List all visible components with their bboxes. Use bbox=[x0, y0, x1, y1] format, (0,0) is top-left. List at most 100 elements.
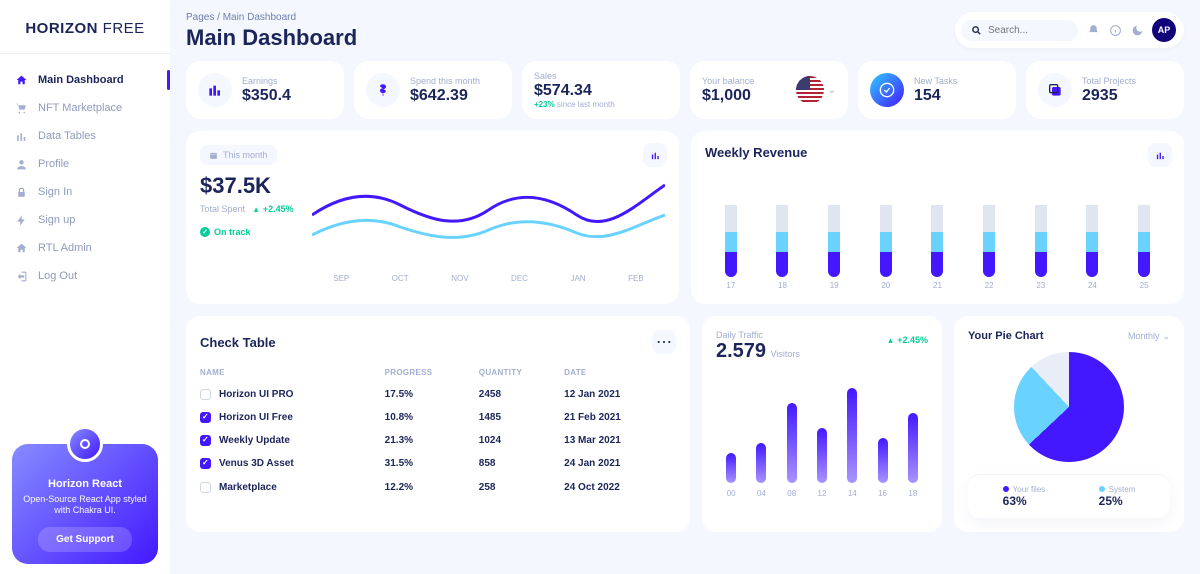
pie-legend: Your files63% System25% bbox=[968, 474, 1170, 518]
stat-value: $350.4 bbox=[242, 87, 291, 105]
stat-earnings: Earnings$350.4 bbox=[186, 61, 344, 119]
breadcrumb[interactable]: Pages / Main Dashboard bbox=[186, 12, 357, 23]
axis-label: 08 bbox=[787, 489, 796, 498]
table-row: Marketplace12.2%25824 Oct 2022 bbox=[200, 476, 676, 499]
weekly-revenue-card: Weekly Revenue 171819202122232425 bbox=[691, 131, 1184, 304]
axis-label: FEB bbox=[628, 274, 644, 283]
stat-label: Your balance bbox=[702, 76, 754, 86]
axis-label: OCT bbox=[392, 274, 409, 283]
total-spent-value: $37.5K bbox=[200, 173, 300, 199]
check-circle-icon: ✓ bbox=[200, 227, 210, 237]
moon-icon[interactable] bbox=[1130, 23, 1144, 37]
total-spent-label: Total Spent bbox=[200, 204, 245, 214]
daily-traffic-card: Daily Traffic 2.579 Visitors ▴ +2.45% 00… bbox=[702, 316, 942, 532]
axis-label: 24 bbox=[1088, 281, 1097, 290]
check-table-title: Check Table bbox=[200, 335, 276, 350]
bar: 18 bbox=[776, 187, 788, 290]
axis-label: 18 bbox=[908, 489, 917, 498]
stat-label: New Tasks bbox=[914, 76, 957, 86]
get-support-button[interactable]: Get Support bbox=[38, 527, 132, 552]
checkbox[interactable] bbox=[200, 412, 211, 423]
checkbox[interactable] bbox=[200, 389, 211, 400]
search-icon bbox=[971, 25, 982, 36]
avatar[interactable]: AP bbox=[1152, 18, 1176, 42]
check-table-card: Check Table ⋯ NAMEPROGRESSQUANTITYDATE H… bbox=[186, 316, 690, 532]
sidebar-item-log-out[interactable]: Log Out bbox=[0, 262, 170, 290]
daily-traffic-delta: +2.45% bbox=[897, 335, 928, 345]
stat-label: Earnings bbox=[242, 76, 291, 86]
sidebar-item-data-tables[interactable]: Data Tables bbox=[0, 122, 170, 150]
axis-label: 20 bbox=[881, 281, 890, 290]
home-icon bbox=[14, 241, 28, 255]
check-table: NAMEPROGRESSQUANTITYDATE Horizon UI PRO1… bbox=[200, 362, 676, 499]
legend-files-label: Your files bbox=[1013, 485, 1046, 494]
pie-chart-card: Your Pie Chart Monthly⌄ Your files63% Sy… bbox=[954, 316, 1184, 532]
legend-files-pct: 63% bbox=[1003, 494, 1046, 508]
sidebar-item-nft-marketplace[interactable]: NFT Marketplace bbox=[0, 94, 170, 122]
stat-value: 154 bbox=[914, 87, 957, 105]
axis-label: 23 bbox=[1036, 281, 1045, 290]
search-box[interactable] bbox=[961, 20, 1078, 41]
axis-label: 04 bbox=[757, 489, 766, 498]
stat-value: $1,000 bbox=[702, 87, 754, 105]
table-row: Weekly Update21.3%102413 Mar 2021 bbox=[200, 429, 676, 452]
period-filter[interactable]: This month bbox=[200, 145, 277, 165]
bar bbox=[878, 438, 888, 483]
sidebar-item-sign-in[interactable]: Sign In bbox=[0, 178, 170, 206]
sidebar-item-rtl-admin[interactable]: RTL Admin bbox=[0, 234, 170, 262]
promo-badge-icon bbox=[67, 426, 103, 462]
stat-new-tasks: New Tasks154 bbox=[858, 61, 1016, 119]
period-filter-label: This month bbox=[223, 150, 268, 160]
stat-value: $574.34 bbox=[534, 82, 615, 100]
logo-secondary: FREE bbox=[98, 20, 145, 37]
bar bbox=[817, 428, 827, 483]
checkbox[interactable] bbox=[200, 458, 211, 469]
pie-period-select[interactable]: Monthly⌄ bbox=[1128, 331, 1170, 342]
cart-icon bbox=[14, 101, 28, 115]
bars-icon bbox=[14, 129, 28, 143]
sidebar-item-label: RTL Admin bbox=[38, 242, 92, 254]
axis-label: DEC bbox=[511, 274, 528, 283]
pie-period-label: Monthly bbox=[1128, 331, 1160, 341]
bars-icon bbox=[198, 73, 232, 107]
legend-sys-pct: 25% bbox=[1099, 494, 1136, 508]
checkbox[interactable] bbox=[200, 435, 211, 446]
bar bbox=[908, 413, 918, 483]
stat-label: Total Projects bbox=[1082, 76, 1136, 86]
table-header: NAME bbox=[200, 362, 385, 383]
chevron-down-icon[interactable]: ⌄ bbox=[828, 85, 836, 96]
daily-traffic-unit: Visitors bbox=[771, 349, 800, 359]
sidebar-item-label: Log Out bbox=[38, 270, 77, 282]
dollar-icon bbox=[366, 73, 400, 107]
bar: 17 bbox=[725, 187, 737, 290]
chart-icon-button[interactable] bbox=[1148, 143, 1172, 167]
bell-icon[interactable] bbox=[1086, 23, 1100, 37]
sidebar-item-sign-up[interactable]: Sign up bbox=[0, 206, 170, 234]
info-icon[interactable] bbox=[1108, 23, 1122, 37]
user-icon bbox=[14, 157, 28, 171]
chart-icon-button[interactable] bbox=[643, 143, 667, 167]
axis-label: 25 bbox=[1140, 281, 1149, 290]
search-input[interactable] bbox=[988, 25, 1068, 36]
table-header: PROGRESS bbox=[385, 362, 479, 383]
stat-sales: Sales$574.34+23% since last month bbox=[522, 61, 680, 119]
sidebar-item-profile[interactable]: Profile bbox=[0, 150, 170, 178]
main: Pages / Main Dashboard Main Dashboard AP… bbox=[170, 0, 1200, 574]
bar: 24 bbox=[1086, 187, 1098, 290]
axis-label: 21 bbox=[933, 281, 942, 290]
table-row: Horizon UI Free10.8%148521 Feb 2021 bbox=[200, 406, 676, 429]
more-button[interactable]: ⋯ bbox=[652, 330, 676, 354]
calendar-icon bbox=[209, 151, 218, 160]
pie-chart bbox=[1014, 352, 1124, 462]
axis-label: SEP bbox=[333, 274, 349, 283]
checkbox[interactable] bbox=[200, 482, 211, 493]
lock-icon bbox=[14, 185, 28, 199]
axis-label: 18 bbox=[778, 281, 787, 290]
bar: 21 bbox=[931, 187, 943, 290]
daily-traffic-label: Daily Traffic bbox=[716, 330, 800, 340]
status-text: On track bbox=[214, 227, 251, 237]
stat-spend-this-month: Spend this month$642.39 bbox=[354, 61, 512, 119]
axis-label: JAN bbox=[570, 274, 585, 283]
line-chart bbox=[312, 165, 665, 265]
sidebar-item-main-dashboard[interactable]: Main Dashboard bbox=[0, 66, 170, 94]
